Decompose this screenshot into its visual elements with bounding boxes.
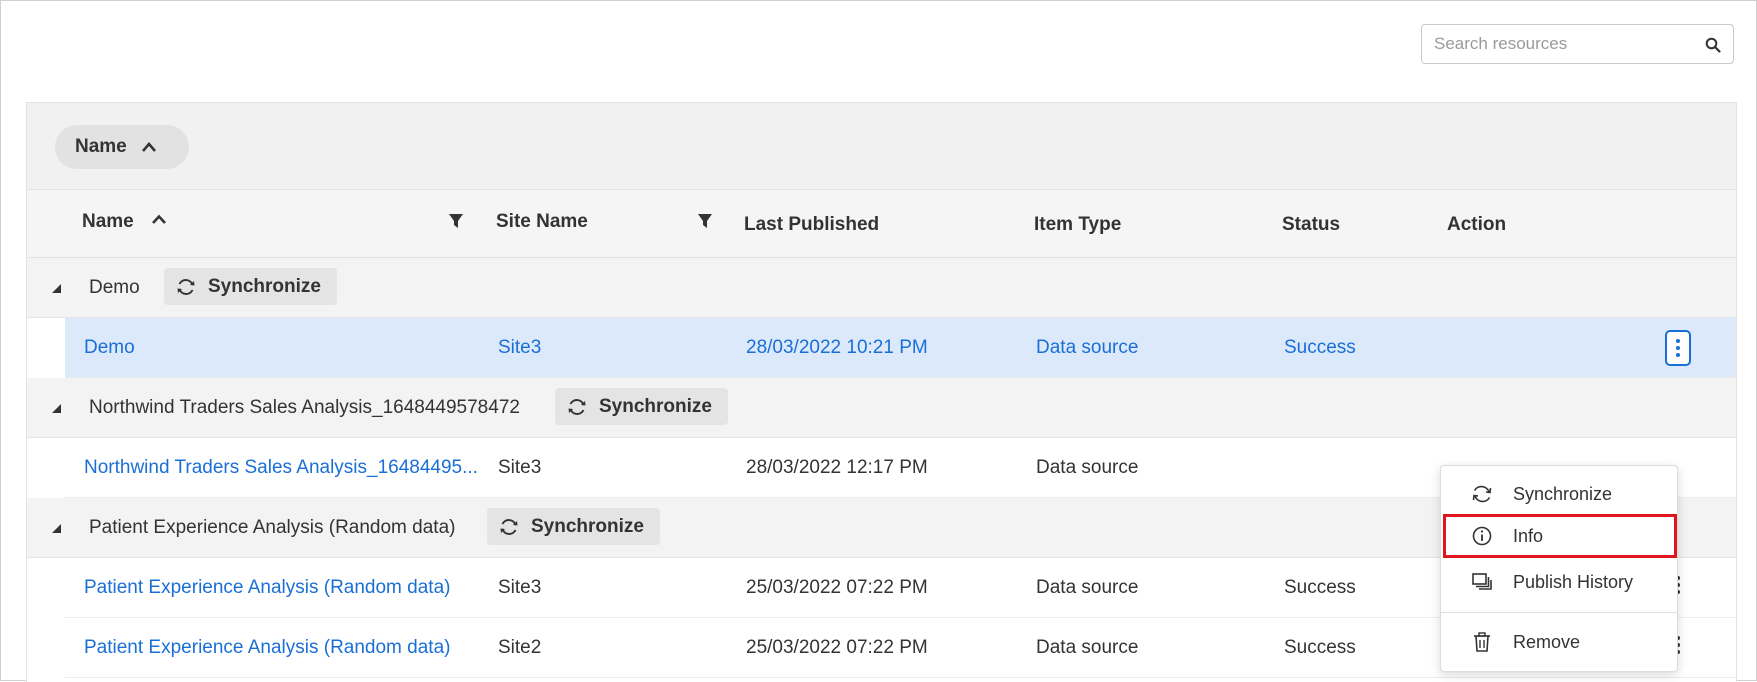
group-label: Demo <box>89 277 140 298</box>
column-header-last-published[interactable]: Last Published <box>744 214 879 236</box>
info-icon <box>1472 526 1492 546</box>
status-cell: Success <box>1284 337 1356 358</box>
group-by-panel: Name <box>27 103 1736 190</box>
collapse-group-toggle[interactable] <box>52 404 61 413</box>
site-name-cell: Site2 <box>498 637 542 658</box>
site-name-cell: Site3 <box>498 577 542 598</box>
filter-icon[interactable] <box>448 213 464 229</box>
grid-header: Name Site Name Last Published Item Type … <box>27 190 1736 258</box>
search-input[interactable] <box>1422 25 1716 63</box>
menu-item-label: Publish History <box>1513 571 1634 592</box>
last-published-cell: 25/03/2022 07:22 PM <box>746 637 928 658</box>
last-published-cell: 25/03/2022 07:22 PM <box>746 577 928 598</box>
synchronize-button[interactable]: Synchronize <box>555 388 728 425</box>
resource-name-link[interactable]: Northwind Traders Sales Analysis_1648449… <box>84 457 478 479</box>
menu-item-label: Synchronize <box>1513 483 1613 504</box>
column-header-item-type[interactable]: Item Type <box>1034 214 1121 236</box>
item-type-cell: Data source <box>1036 637 1139 658</box>
synchronize-button[interactable]: Synchronize <box>164 268 337 305</box>
menu-item-label: Remove <box>1513 631 1581 652</box>
site-name-cell: Site3 <box>498 457 542 478</box>
group-row-northwind: Northwind Traders Sales Analysis_1648449… <box>27 378 1736 438</box>
search-icon[interactable] <box>1705 37 1721 53</box>
resource-name-link[interactable]: Demo <box>84 337 135 359</box>
column-header-status[interactable]: Status <box>1282 214 1340 236</box>
menu-item-remove[interactable]: Remove <box>1441 620 1677 664</box>
resource-name-link[interactable]: Patient Experience Analysis (Random data… <box>84 577 450 599</box>
item-type-cell: Data source <box>1036 577 1139 598</box>
search-box[interactable] <box>1421 24 1734 64</box>
publish-history-icon <box>1472 573 1492 590</box>
synchronize-button[interactable]: Synchronize <box>487 508 660 545</box>
item-type-cell: Data source <box>1036 337 1139 358</box>
chevron-up-icon <box>141 142 156 152</box>
last-published-cell: 28/03/2022 12:17 PM <box>746 457 928 478</box>
table-row[interactable]: Demo Site3 28/03/2022 10:21 PM Data sour… <box>65 318 1736 378</box>
group-label: Patient Experience Analysis (Random data… <box>89 517 456 538</box>
site-name-cell: Site3 <box>498 337 542 358</box>
status-cell: Success <box>1284 577 1356 598</box>
last-published-cell: 28/03/2022 10:21 PM <box>746 337 928 358</box>
menu-item-info[interactable]: Info <box>1443 514 1677 558</box>
group-row-demo: Demo Synchronize <box>27 258 1736 318</box>
item-type-cell: Data source <box>1036 457 1139 478</box>
menu-item-synchronize[interactable]: Synchronize <box>1441 472 1677 516</box>
sync-icon <box>1472 485 1492 503</box>
column-header-site-name[interactable]: Site Name <box>496 211 588 233</box>
collapse-group-toggle[interactable] <box>52 524 61 533</box>
synchronize-label: Synchronize <box>531 515 644 537</box>
sync-icon <box>177 278 195 295</box>
resources-grid: Name Name Site Name Last Published Item … <box>26 102 1737 682</box>
menu-item-publish-history[interactable]: Publish History <box>1441 560 1677 604</box>
status-cell: Success <box>1284 637 1356 658</box>
menu-divider <box>1441 612 1677 613</box>
column-header-name[interactable]: Name <box>82 211 167 233</box>
trash-icon <box>1474 632 1490 652</box>
row-actions-menu: Synchronize Info Publish History Remove <box>1440 465 1678 672</box>
column-header-action: Action <box>1447 214 1507 235</box>
synchronize-label: Synchronize <box>599 395 712 417</box>
group-by-chip-name[interactable]: Name <box>55 125 189 169</box>
menu-item-label: Info <box>1513 525 1544 546</box>
sync-icon <box>568 398 586 415</box>
collapse-group-toggle[interactable] <box>52 284 61 293</box>
chevron-up-icon <box>152 214 166 224</box>
sync-icon <box>500 518 518 535</box>
column-header-name-label: Name <box>82 211 134 232</box>
synchronize-label: Synchronize <box>208 275 321 297</box>
filter-icon[interactable] <box>697 213 713 229</box>
group-label: Northwind Traders Sales Analysis_1648449… <box>89 397 520 418</box>
group-chip-label: Name <box>75 136 127 157</box>
more-actions-icon[interactable] <box>1665 330 1691 366</box>
resource-name-link[interactable]: Patient Experience Analysis (Random data… <box>84 637 450 659</box>
